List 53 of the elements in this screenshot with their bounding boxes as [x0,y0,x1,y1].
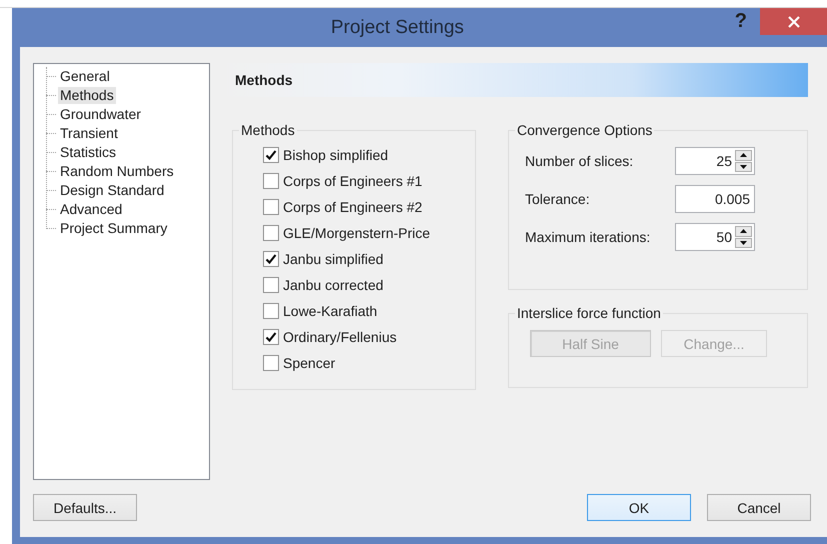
checkbox[interactable] [263,277,279,293]
tree-item[interactable]: Project Summary [58,220,170,237]
help-button[interactable]: ? [734,10,747,33]
spin-up-button[interactable] [735,150,752,160]
window-title: Project Settings [330,16,465,38]
up-arrow-icon [740,153,747,158]
group-title: Interslice force function [516,305,662,321]
tree-item[interactable]: Methods [58,87,116,104]
spin-down-button[interactable] [735,162,752,172]
tree-item[interactable]: Design Standard [58,182,166,199]
checkbox[interactable] [263,173,279,189]
ok-button[interactable]: OK [587,494,691,521]
checkbox[interactable] [263,251,279,267]
group-title: Convergence Options [516,122,654,138]
tree-item[interactable]: Statistics [58,144,118,161]
field-label: Maximum iterations: [525,229,650,245]
checkbox[interactable] [263,147,279,163]
checkbox-label: Janbu simplified [283,251,384,267]
close-button[interactable] [760,8,827,35]
checkbox-label: Corps of Engineers #1 [283,173,422,189]
checkbox[interactable] [263,225,279,241]
checkbox-label: Ordinary/Fellenius [283,329,397,345]
tree-item[interactable]: General [58,68,112,85]
cancel-button[interactable]: Cancel [707,494,811,521]
checkbox[interactable] [263,303,279,319]
close-icon [788,16,800,28]
field-label: Tolerance: [525,191,590,207]
input-field[interactable]: 50 [676,224,735,250]
checkbox-label: Bishop simplified [283,147,388,163]
field-label: Number of slices: [525,153,634,169]
tree-item[interactable]: Groundwater [58,106,143,123]
checkbox-label: Janbu corrected [283,277,384,293]
checkbox-label: Spencer [283,355,336,371]
checkbox[interactable] [263,329,279,345]
spin-up-button[interactable] [735,226,752,236]
input-field[interactable]: 25 [676,148,735,174]
spin-field[interactable]: 25 [675,147,755,175]
group-title: Methods [240,122,296,138]
checkbox-label: Lowe-Karafiath [283,303,378,319]
tree-item[interactable]: Transient [58,125,120,142]
defaults-button[interactable]: Defaults... [33,494,137,521]
checkbox[interactable] [263,355,279,371]
tree-item[interactable]: Random Numbers [58,163,176,180]
up-arrow-icon [740,229,747,234]
spin-field[interactable]: 50 [675,223,755,251]
tree-item[interactable]: Advanced [58,201,124,218]
checkbox[interactable] [263,199,279,215]
input-field[interactable]: 0.005 [676,186,754,212]
spin-down-button[interactable] [735,238,752,248]
down-arrow-icon [740,164,747,169]
checkbox-label: GLE/Morgenstern-Price [283,225,430,241]
checkbox-label: Corps of Engineers #2 [283,199,422,215]
down-arrow-icon [740,240,747,245]
